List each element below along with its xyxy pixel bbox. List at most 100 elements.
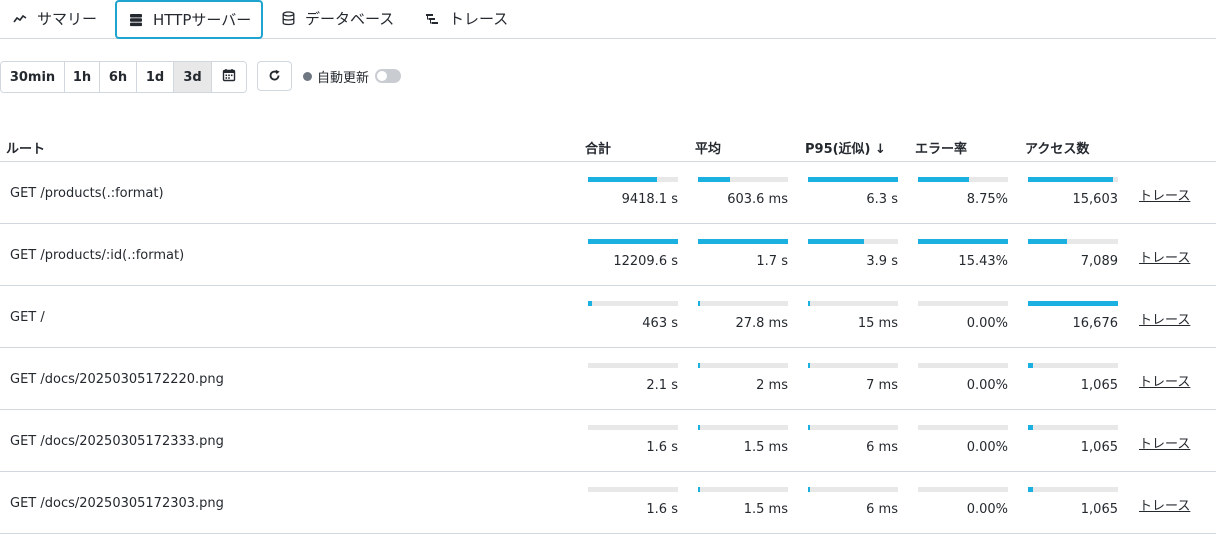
p95-value: 6 ms bbox=[866, 502, 898, 517]
range-3d-button[interactable]: 3d bbox=[174, 62, 212, 92]
p95-value: 3.9 s bbox=[866, 254, 898, 269]
time-range-selector: 30min 1h 6h 1d 3d bbox=[0, 61, 247, 93]
tab-http-server[interactable]: HTTPサーバー bbox=[115, 0, 263, 39]
error-rate-value: 0.00% bbox=[966, 502, 1008, 517]
tab-trace-label: トレース bbox=[449, 10, 509, 28]
access-bar-fill bbox=[1028, 425, 1034, 430]
error-rate-bar bbox=[918, 301, 1008, 306]
p95-bar-fill bbox=[808, 177, 898, 182]
total-bar bbox=[588, 425, 678, 430]
tab-summary-label: サマリー bbox=[37, 10, 98, 28]
trace-link[interactable]: トレース bbox=[1139, 371, 1190, 390]
avg-bar bbox=[698, 177, 788, 182]
auto-refresh-toggle[interactable] bbox=[375, 69, 402, 83]
avg-bar bbox=[698, 425, 788, 430]
avg-bar-fill bbox=[698, 487, 700, 492]
table-row: GET / 463 s 27.8 ms 15 ms 0.00% 16,676 トレース bbox=[0, 286, 1216, 348]
avg-value: 1.7 s bbox=[756, 254, 788, 269]
access-value: 7,089 bbox=[1080, 254, 1118, 269]
column-header-route: ルート bbox=[6, 142, 46, 157]
avg-bar-fill bbox=[698, 301, 700, 306]
total-bar bbox=[588, 363, 678, 368]
p95-bar-fill bbox=[808, 239, 864, 244]
p95-bar bbox=[808, 363, 898, 368]
error-rate-value: 0.00% bbox=[966, 316, 1008, 331]
trend-line-icon bbox=[12, 11, 28, 27]
p95-bar-fill bbox=[808, 487, 810, 492]
access-value: 1,065 bbox=[1080, 502, 1118, 517]
column-header-total[interactable]: 合計 bbox=[585, 138, 611, 157]
avg-bar bbox=[698, 301, 788, 306]
total-bar bbox=[588, 487, 678, 492]
total-value: 2.1 s bbox=[646, 378, 678, 393]
column-header-access[interactable]: アクセス数 bbox=[1025, 138, 1089, 157]
total-bar-fill bbox=[588, 239, 678, 244]
avg-bar-fill bbox=[698, 239, 788, 244]
column-header-error-rate[interactable]: エラー率 bbox=[915, 138, 967, 157]
tab-summary[interactable]: サマリー bbox=[12, 0, 97, 37]
range-30min-button[interactable]: 30min bbox=[1, 62, 65, 92]
server-icon bbox=[128, 12, 144, 28]
column-header-avg[interactable]: 平均 bbox=[695, 138, 721, 157]
avg-bar bbox=[698, 487, 788, 492]
trace-link[interactable]: トレース bbox=[1139, 185, 1190, 204]
database-icon bbox=[280, 11, 296, 27]
tab-http-server-label: HTTPサーバー bbox=[153, 11, 252, 29]
calendar-button[interactable] bbox=[212, 62, 246, 92]
p95-bar bbox=[808, 487, 898, 492]
p95-value: 6.3 s bbox=[866, 192, 898, 207]
access-bar bbox=[1028, 177, 1118, 182]
auto-refresh: 自動更新 bbox=[303, 66, 402, 86]
trace-tree-icon bbox=[424, 11, 440, 27]
route-cell: GET /docs/20250305172333.png bbox=[10, 434, 224, 449]
error-rate-bar-fill bbox=[918, 239, 1008, 244]
column-header-p95[interactable]: P95(近似) ↓ bbox=[805, 138, 886, 157]
range-1d-button[interactable]: 1d bbox=[137, 62, 174, 92]
route-cell: GET /products(.:format) bbox=[10, 186, 164, 201]
refresh-icon bbox=[268, 67, 281, 86]
table-header: ルート 合計 平均 P95(近似) ↓ エラー率 アクセス数 bbox=[0, 130, 1216, 162]
route-cell: GET /docs/20250305172220.png bbox=[10, 372, 224, 387]
trace-link[interactable]: トレース bbox=[1139, 433, 1190, 452]
range-6h-button[interactable]: 6h bbox=[100, 62, 137, 92]
total-bar-fill bbox=[588, 301, 592, 306]
nav-tabs: サマリー HTTPサーバー データベース トレース bbox=[0, 0, 1216, 39]
avg-bar bbox=[698, 363, 788, 368]
avg-bar-fill bbox=[698, 363, 700, 368]
p95-bar-fill bbox=[808, 363, 810, 368]
p95-value: 6 ms bbox=[866, 440, 898, 455]
access-bar-fill bbox=[1028, 363, 1034, 368]
trace-link[interactable]: トレース bbox=[1139, 309, 1190, 328]
range-1h-button[interactable]: 1h bbox=[65, 62, 100, 92]
avg-bar-fill bbox=[698, 425, 700, 430]
error-rate-bar bbox=[918, 487, 1008, 492]
total-bar bbox=[588, 239, 678, 244]
trace-link[interactable]: トレース bbox=[1139, 247, 1190, 266]
tab-database[interactable]: データベース bbox=[280, 0, 394, 37]
trace-link[interactable]: トレース bbox=[1139, 495, 1190, 514]
access-bar-fill bbox=[1028, 177, 1113, 182]
refresh-button[interactable] bbox=[257, 61, 292, 91]
tab-trace[interactable]: トレース bbox=[424, 0, 508, 37]
calendar-icon bbox=[222, 68, 236, 86]
avg-value: 603.6 ms bbox=[727, 192, 788, 207]
p95-bar-fill bbox=[808, 301, 810, 306]
access-bar-fill bbox=[1028, 301, 1118, 306]
p95-bar bbox=[808, 177, 898, 182]
p95-value: 15 ms bbox=[857, 316, 898, 331]
avg-value: 1.5 ms bbox=[743, 440, 788, 455]
error-rate-value: 0.00% bbox=[966, 378, 1008, 393]
access-bar bbox=[1028, 301, 1118, 306]
access-bar-fill bbox=[1028, 239, 1067, 244]
route-cell: GET / bbox=[10, 310, 45, 325]
total-value: 12209.6 s bbox=[613, 254, 678, 269]
error-rate-bar-fill bbox=[918, 177, 970, 182]
total-bar-fill bbox=[588, 177, 658, 182]
error-rate-bar bbox=[918, 177, 1008, 182]
tab-database-label: データベース bbox=[305, 10, 395, 28]
total-value: 1.6 s bbox=[646, 502, 678, 517]
auto-refresh-label: 自動更新 bbox=[317, 70, 370, 86]
p95-value: 7 ms bbox=[866, 378, 898, 393]
access-bar bbox=[1028, 239, 1118, 244]
error-rate-value: 15.43% bbox=[958, 254, 1008, 269]
